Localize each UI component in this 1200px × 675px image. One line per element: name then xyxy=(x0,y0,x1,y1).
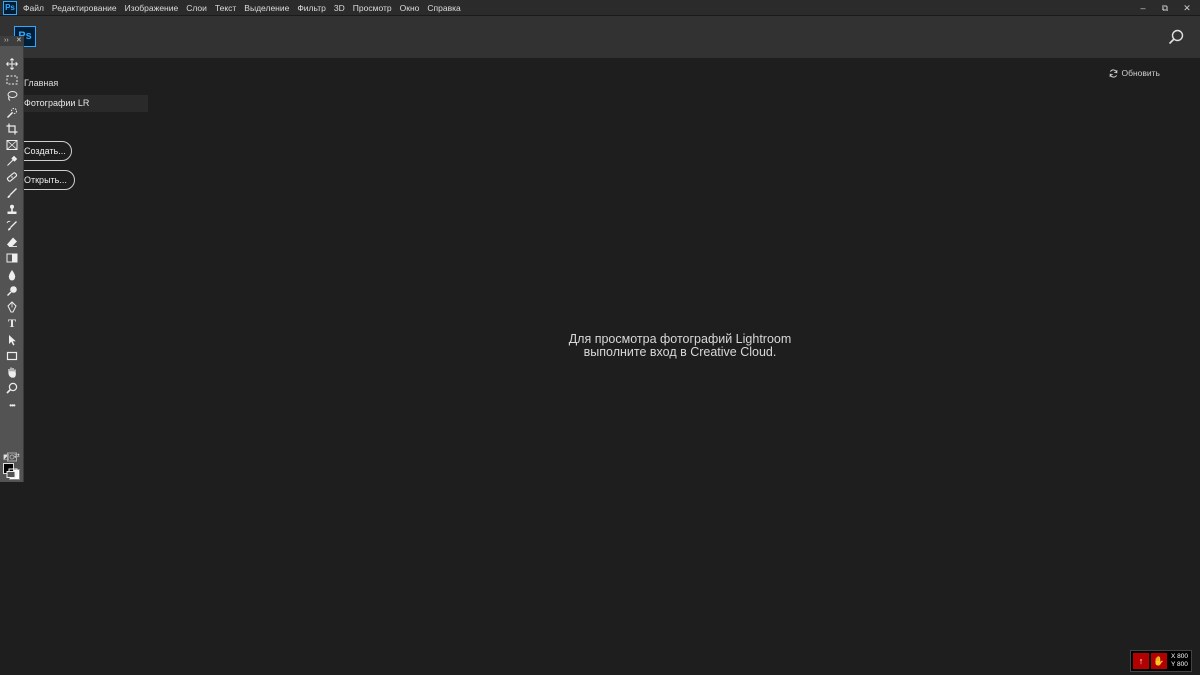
menu-edit[interactable]: Редактирование xyxy=(52,3,117,13)
more-tools-icon: ••• xyxy=(9,400,15,410)
quick-selection-tool[interactable] xyxy=(4,106,20,120)
move-tool[interactable] xyxy=(4,57,20,71)
eraser-tool-icon xyxy=(7,237,17,247)
rectangle-tool-icon xyxy=(6,351,18,361)
tools-panel-header[interactable]: ›› ✕ xyxy=(0,36,23,46)
move-tool-icon xyxy=(6,58,18,70)
mouse-icon: ↑ xyxy=(1133,653,1149,669)
crop-tool[interactable] xyxy=(4,122,20,136)
eraser-tool[interactable] xyxy=(4,235,20,249)
nav-home[interactable]: Главная xyxy=(24,78,58,88)
healing-brush-tool[interactable] xyxy=(4,170,20,184)
zoom-tool[interactable] xyxy=(4,381,20,395)
quick-mask-button[interactable] xyxy=(4,450,20,464)
search-icon xyxy=(1168,29,1184,45)
pen-tool[interactable] xyxy=(4,300,20,314)
blur-tool-icon xyxy=(8,270,16,281)
dodge-tool[interactable] xyxy=(4,284,20,298)
home-header: Ps xyxy=(0,16,1200,58)
menu-select[interactable]: Выделение xyxy=(244,3,289,13)
menu-image[interactable]: Изображение xyxy=(125,3,179,13)
menu-layers[interactable]: Слои xyxy=(186,3,207,13)
clone-stamp-tool-icon xyxy=(7,204,17,214)
marquee-tool-icon xyxy=(6,75,18,85)
quick-selection-tool-icon xyxy=(6,108,17,119)
collapse-toolbar-button[interactable]: ›› xyxy=(4,36,9,46)
gradient-tool[interactable] xyxy=(4,251,20,265)
gradient-tool-icon xyxy=(6,253,18,263)
menu-type[interactable]: Текст xyxy=(215,3,236,13)
screen-mode-icon xyxy=(6,468,18,478)
menu-file[interactable]: Файл xyxy=(23,3,44,13)
cursor-x: X 800 xyxy=(1171,653,1188,660)
hand-pointer-icon: ✋ xyxy=(1151,653,1167,669)
minimize-button[interactable]: – xyxy=(1138,3,1148,13)
path-selection-tool[interactable] xyxy=(4,333,20,347)
signin-message: Для просмотра фотографий Lightroom выпол… xyxy=(500,333,860,359)
photoshop-app-icon[interactable]: Ps xyxy=(3,0,17,15)
search-button[interactable] xyxy=(1168,29,1184,45)
refresh-button[interactable]: Обновить xyxy=(1109,68,1161,78)
menu-bar: Ps Файл Редактирование Изображение Слои … xyxy=(0,0,1200,16)
rectangle-tool[interactable] xyxy=(4,349,20,363)
marquee-tool[interactable] xyxy=(4,73,20,87)
eyedropper-tool-icon xyxy=(7,155,18,166)
close-window-button[interactable]: ✕ xyxy=(1182,3,1192,14)
hand-tool[interactable] xyxy=(4,365,20,379)
brush-tool-icon xyxy=(7,188,17,198)
brush-tool[interactable] xyxy=(4,186,20,200)
clone-stamp-tool[interactable] xyxy=(4,203,20,217)
menu-view[interactable]: Просмотр xyxy=(353,3,392,13)
menu-filter[interactable]: Фильтр xyxy=(297,3,326,13)
eyedropper-tool[interactable] xyxy=(4,154,20,168)
crop-tool-icon xyxy=(6,123,18,135)
cursor-coordinates: X 800 Y 800 xyxy=(1171,653,1188,669)
menu-help[interactable]: Справка xyxy=(427,3,460,13)
close-toolbar-button[interactable]: ✕ xyxy=(16,36,22,46)
menu-3d[interactable]: 3D xyxy=(334,3,345,13)
path-selection-tool-icon xyxy=(9,335,16,346)
type-tool[interactable]: T xyxy=(4,316,20,330)
frame-tool-icon xyxy=(6,140,18,150)
more-tools-button[interactable]: ••• xyxy=(4,398,20,412)
restore-button[interactable]: ⧉ xyxy=(1160,3,1170,14)
zoom-tool-icon xyxy=(6,382,18,394)
cursor-overlay-widget: ↑ ✋ X 800 Y 800 xyxy=(1130,650,1192,672)
blur-tool[interactable] xyxy=(4,268,20,282)
history-brush-tool-icon xyxy=(6,220,17,231)
healing-brush-tool-icon xyxy=(6,172,18,182)
frame-tool[interactable] xyxy=(4,138,20,152)
quick-mask-icon xyxy=(7,452,17,462)
screen-mode-button[interactable] xyxy=(4,466,20,480)
tools-panel: ›› ✕ T ••• ◩ ⇄ xyxy=(0,36,24,482)
lasso-tool[interactable] xyxy=(4,89,20,103)
type-tool-icon: T xyxy=(7,315,16,330)
lasso-tool-icon xyxy=(7,91,18,101)
menu-window[interactable]: Окно xyxy=(400,3,420,13)
refresh-icon xyxy=(1109,68,1117,78)
hand-tool-icon xyxy=(8,367,16,378)
refresh-label: Обновить xyxy=(1121,68,1161,78)
cursor-y: Y 800 xyxy=(1171,661,1188,668)
dodge-tool-icon xyxy=(7,286,17,296)
message-line-2: выполните вход в Creative Cloud. xyxy=(583,345,777,359)
history-brush-tool[interactable] xyxy=(4,219,20,233)
pen-tool-icon xyxy=(7,301,17,313)
nav-lr-photos[interactable]: Фотографии LR xyxy=(20,95,148,112)
window-controls: – ⧉ ✕ xyxy=(1138,0,1192,16)
